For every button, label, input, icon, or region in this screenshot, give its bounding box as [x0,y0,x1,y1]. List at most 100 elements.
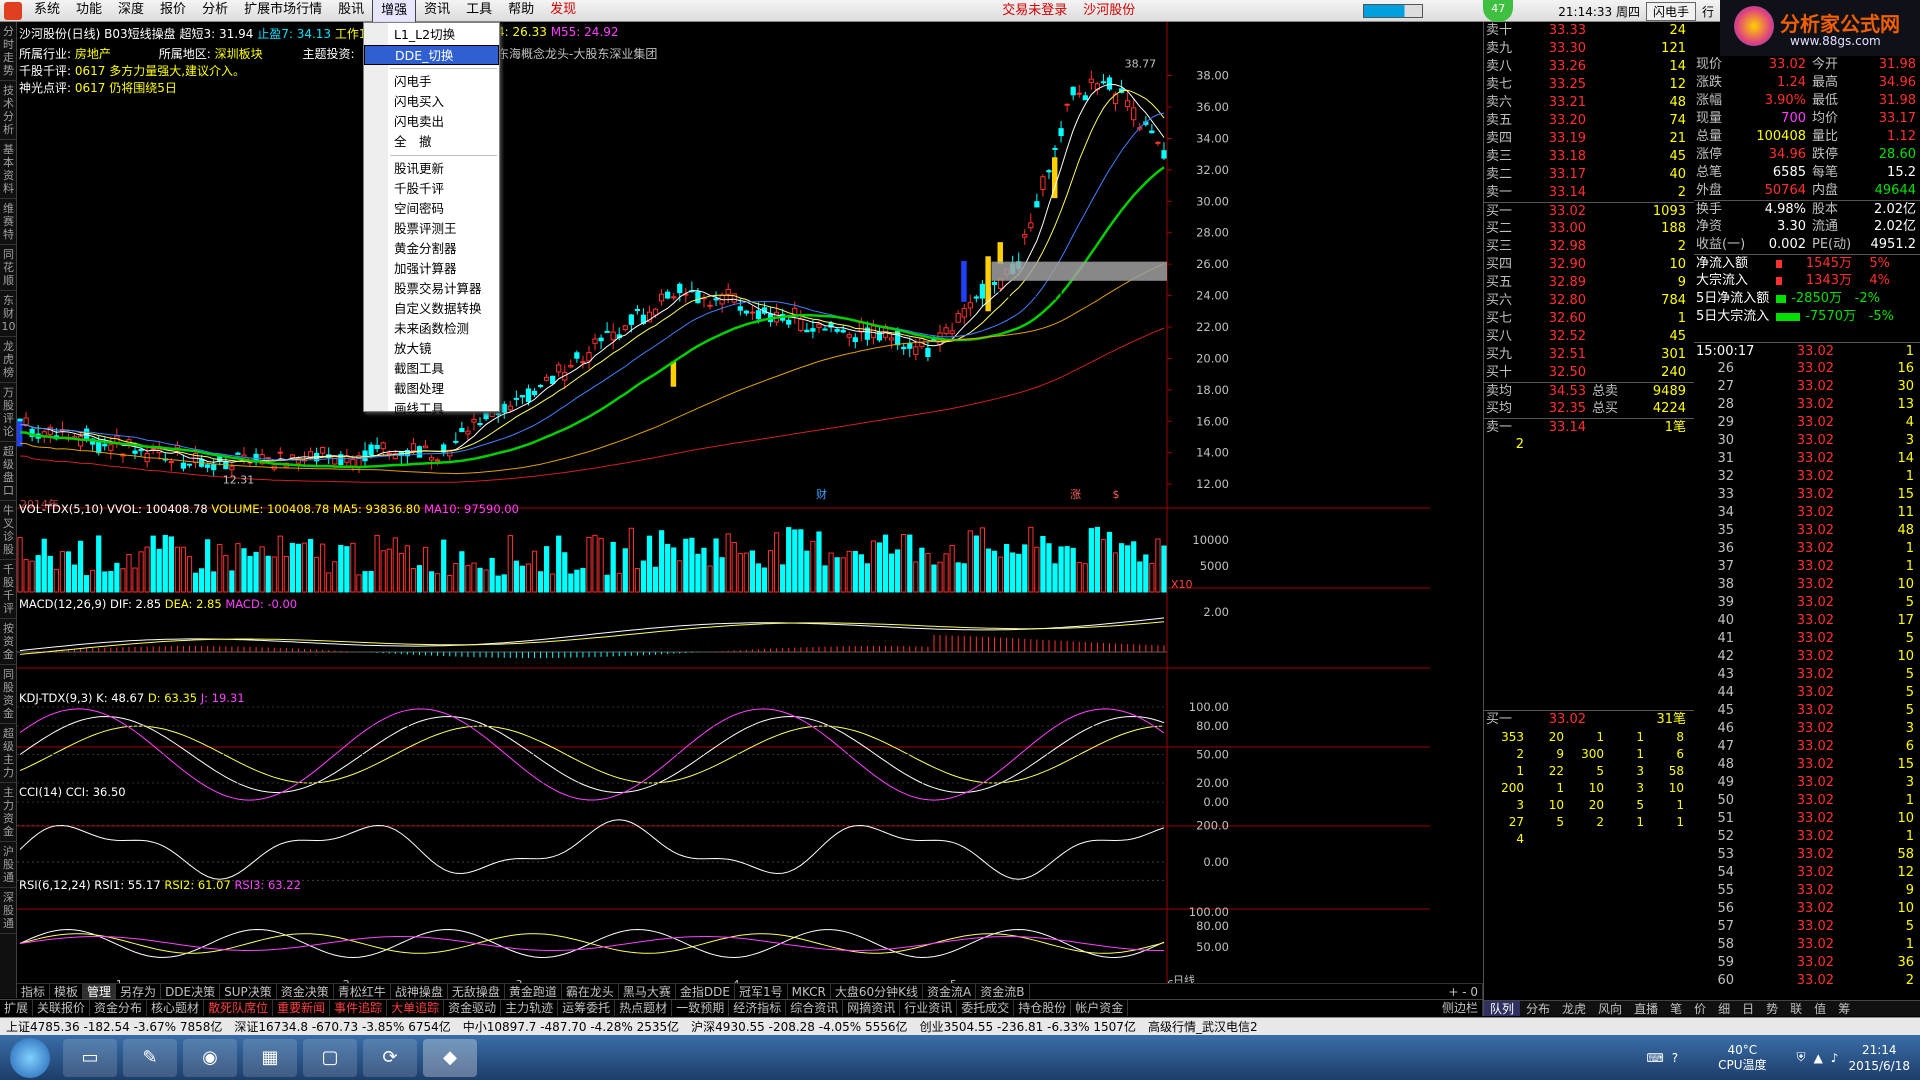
flash-button[interactable]: 闪电手 [1645,1,1696,21]
left-tab-16[interactable]: 深股通 [0,888,17,934]
menu-item-0[interactable]: 系统 [26,0,68,23]
indicator-tab-1[interactable]: 模板 [50,983,84,1000]
left-tab-15[interactable]: 沪股通 [0,842,17,888]
indicator-tab-3[interactable]: 另存为 [116,983,162,1000]
indicator-tab-6[interactable]: 资金决策 [277,983,334,1000]
info-tab-14[interactable]: 综合资讯 [786,1000,844,1016]
left-tab-6[interactable]: 龙虎榜 [0,337,17,383]
dropdown-item-16[interactable]: 截图工具 [364,359,499,379]
left-tab-8[interactable]: 超级盘口 [0,442,17,501]
menu-item-2[interactable]: 深度 [110,0,152,23]
indicator-tab-10[interactable]: 黄金跑道 [505,983,562,1000]
tray-volume-icon[interactable]: ♪ [1831,1051,1839,1065]
dropdown-item-13[interactable]: 自定义数据转换 [364,299,499,319]
info-tab-9[interactable]: 主力轨迹 [501,1000,559,1016]
quote-tab-6[interactable]: 价 [1688,1001,1712,1016]
info-tab-6[interactable]: 事件追踪 [330,1000,388,1016]
dropdown-item-15[interactable]: 放大镜 [364,339,499,359]
indicator-tab-4[interactable]: DDE决策 [161,983,221,1000]
tray-help-icon[interactable]: ? [1672,1051,1678,1065]
left-tab-1[interactable]: 技术分析 [0,81,17,140]
menu-item-5[interactable]: 扩展市场行情 [236,0,330,23]
dropdown-item-6[interactable]: 股讯更新 [364,159,499,179]
quote-tab-11[interactable]: 值 [1808,1001,1832,1016]
indicator-tab-16[interactable]: 大盘60分钟K线 [831,983,924,1000]
dropdown-item-12[interactable]: 股票交易计算器 [364,279,499,299]
quote-tab-4[interactable]: 直播 [1628,1001,1664,1016]
left-tab-13[interactable]: 超级主力 [0,724,17,783]
left-tab-10[interactable]: 千股千评 [0,560,17,619]
login-status[interactable]: 交易未登录 [994,0,1075,22]
indicator-tab-11[interactable]: 霸在龙头 [562,983,619,1000]
indicator-tab-17[interactable]: 资金流A [923,983,977,1000]
menu-item-10[interactable]: 帮助 [500,0,542,23]
dropdown-item-11[interactable]: 加强计算器 [364,259,499,279]
browser-taskbar-icon[interactable]: ⟳ [363,1038,417,1077]
dropdown-item-17[interactable]: 截图处理 [364,379,499,399]
info-tab-1[interactable]: 关联报价 [33,1000,91,1016]
tick-list[interactable]: 15:00:17 33.02 1 26 33.02 16 27 33.02 30 28 33.02 1… [1694,342,1920,990]
dropdown-item-7[interactable]: 千股千评 [364,179,499,199]
dropdown-item-4[interactable]: 闪电卖出 [364,112,499,132]
menu-item-3[interactable]: 报价 [152,0,194,23]
dropdown-item-18[interactable]: 画线工具 [364,399,499,419]
explorer-taskbar-icon[interactable]: ▭ [63,1038,117,1077]
info-tab-19[interactable]: 帐户资金 [1071,1000,1129,1016]
start-button-icon[interactable] [10,1037,50,1078]
left-tab-3[interactable]: 维赛特 [0,199,17,245]
info-tab-0[interactable]: 扩展 [0,1000,34,1016]
menu-item-6[interactable]: 股讯 [330,0,372,23]
indicator-tab-0[interactable]: 指标 [17,983,51,1000]
left-tab-7[interactable]: 万股评论 [0,383,17,442]
tray-shield-icon[interactable]: ⛨ [1797,1050,1806,1065]
dropdown-item-1[interactable]: DDE_切换 [364,45,499,65]
menu-item-4[interactable]: 分析 [194,0,236,23]
indicator-tab-9[interactable]: 无敌操盘 [448,983,505,1000]
stock-app-taskbar-icon[interactable]: ◆ [423,1038,477,1077]
tray-network-icon[interactable]: ▲ [1814,1051,1823,1065]
quote-tab-8[interactable]: 日 [1736,1001,1760,1016]
kline-chart-area[interactable]: 38.00 36.00 34.00 32.00 30.00 28.00 26.00 24.00… [17,22,1430,988]
tray-keyboard-icon[interactable]: ⌨ [1646,1051,1663,1065]
menu-item-11[interactable]: 发现 [542,0,584,23]
indicator-zoom-controls[interactable]: + - 0 [1444,983,1483,1000]
hang-button[interactable]: 行 [1696,3,1720,20]
window-taskbar-icon[interactable]: ▢ [303,1038,357,1077]
info-tab-12[interactable]: 一致预期 [672,1000,730,1016]
info-tab-15[interactable]: 网摘资讯 [843,1000,901,1016]
dropdown-item-5[interactable]: 全 撤 [364,132,499,152]
dropdown-item-2[interactable]: 闪电手 [364,72,499,92]
dropdown-item-14[interactable]: 未来函数检测 [364,319,499,339]
paint-taskbar-icon[interactable]: ✎ [123,1038,177,1077]
left-tab-5[interactable]: 东财10 [0,291,17,337]
quote-tab-1[interactable]: 分布 [1520,1001,1556,1016]
chrome-taskbar-icon[interactable]: ◉ [183,1038,237,1077]
dropdown-item-0[interactable]: L1_L2切换 [364,25,499,45]
menu-item-1[interactable]: 功能 [68,0,110,23]
left-tab-12[interactable]: 同股资金 [0,665,17,724]
menu-item-9[interactable]: 工具 [458,0,500,23]
left-tab-4[interactable]: 同花顺 [0,245,17,291]
left-tab-14[interactable]: 主力资金 [0,783,17,842]
calculator-taskbar-icon[interactable]: ▦ [243,1038,297,1077]
quote-tab-12[interactable]: 筹 [1832,1001,1856,1016]
quote-tab-3[interactable]: 风向 [1592,1001,1628,1016]
quote-tab-10[interactable]: 联 [1784,1001,1808,1016]
info-tab-16[interactable]: 行业资讯 [900,1000,958,1016]
indicator-tab-2[interactable]: 管理 [83,983,117,1000]
quote-tab-7[interactable]: 细 [1712,1001,1736,1016]
info-tab-2[interactable]: 资金分布 [90,1000,148,1016]
info-tab-3[interactable]: 核心题材 [147,1000,205,1016]
left-tab-9[interactable]: 牛叉诊股 [0,501,17,560]
info-tab-18[interactable]: 持仓股份 [1014,1000,1072,1016]
menu-item-8[interactable]: 资讯 [416,0,458,23]
indicator-tab-5[interactable]: SUP决策 [220,983,277,1000]
info-tab-10[interactable]: 运筹委托 [558,1000,616,1016]
left-tab-0[interactable]: 分时走势 [0,22,17,81]
info-tab-13[interactable]: 经济指标 [729,1000,787,1016]
info-tab-7[interactable]: 大单追踪 [387,1000,445,1016]
quote-tab-9[interactable]: 势 [1760,1001,1784,1016]
indicator-tab-15[interactable]: MKCR [788,983,831,1000]
quote-tab-0[interactable]: 队列 [1484,1001,1521,1016]
indicator-tab-7[interactable]: 青松红牛 [334,983,391,1000]
